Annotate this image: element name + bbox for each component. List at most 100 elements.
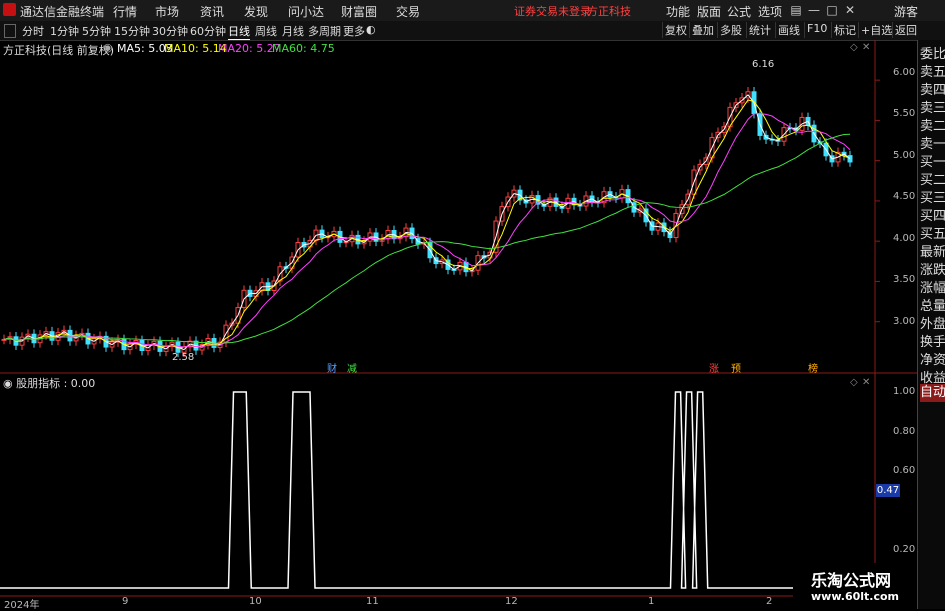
rp-auto[interactable]: 自动 xyxy=(920,384,945,402)
date-12: 12 xyxy=(505,596,518,607)
rp-change[interactable]: 涨跌 xyxy=(920,262,945,280)
rp-sell3[interactable]: 卖三 xyxy=(920,100,945,118)
rp-buy3[interactable]: 买三 xyxy=(920,190,945,208)
tab-60min[interactable]: 60分钟 xyxy=(190,23,226,39)
tab-1min[interactable]: 1分钟 xyxy=(50,23,79,39)
tab-rixian[interactable]: 日线 xyxy=(228,23,250,40)
f10-button[interactable]: F10 xyxy=(804,22,829,38)
minimize-icon[interactable]: — xyxy=(806,2,822,18)
menu-gongneng[interactable]: 功能 xyxy=(666,3,690,20)
broker-name: 方正科技 xyxy=(587,5,631,18)
kline-chart[interactable]: ◇ ✕ ◇ ✕ xyxy=(0,40,917,609)
add-watchlist-button[interactable]: +自选 xyxy=(858,22,894,38)
login-notice[interactable]: 证券交易未登录 xyxy=(514,3,591,19)
menu-jiaoyi[interactable]: 交易 xyxy=(396,3,420,20)
huaxian-button[interactable]: 画线 xyxy=(775,22,802,38)
rp-turnover[interactable]: 换手 xyxy=(920,334,945,352)
tab-5min[interactable]: 5分钟 xyxy=(82,23,111,39)
maximize-icon[interactable]: □ xyxy=(824,2,840,18)
rp-buy5[interactable]: 买五 xyxy=(920,226,945,244)
tab-15min[interactable]: 15分钟 xyxy=(114,23,150,39)
date-11: 11 xyxy=(366,596,379,607)
rp-buy2[interactable]: 买二 xyxy=(920,172,945,190)
event-zhang[interactable]: 涨 xyxy=(709,360,719,375)
menu-gongshi[interactable]: 公式 xyxy=(727,3,751,20)
ma5-line xyxy=(3,94,851,351)
price-tick-4.50: 4.50 xyxy=(893,191,916,202)
date-2: 2 xyxy=(766,596,773,607)
indicator-settings-icon[interactable]: ◉ xyxy=(3,377,13,390)
tab-30min[interactable]: 30分钟 xyxy=(152,23,188,39)
tab-zhouxian[interactable]: 周线 xyxy=(255,23,277,39)
tongji-button[interactable]: 统计 xyxy=(746,22,773,38)
tab-yuexian[interactable]: 月线 xyxy=(282,23,304,39)
diamond-icon-1[interactable]: ◇ xyxy=(850,42,858,53)
ma-lines xyxy=(3,94,851,351)
date-1: 1 xyxy=(648,596,655,607)
rp-netasset[interactable]: 净资 xyxy=(920,352,945,370)
event-jian[interactable]: 减 xyxy=(347,360,357,375)
close-pane-icon[interactable]: ✕ xyxy=(862,42,870,53)
indicator-series xyxy=(0,391,850,589)
low-annotation: 2.58 xyxy=(172,352,195,363)
price-tick-6.00: 6.00 xyxy=(893,67,916,78)
event-cai[interactable]: 财 xyxy=(327,360,337,375)
rp-sell5[interactable]: 卖五 xyxy=(920,64,945,82)
duogu-button[interactable]: 多股 xyxy=(717,22,744,38)
high-annotation: 6.16 xyxy=(752,59,775,70)
menu-shichang[interactable]: 市场 xyxy=(155,3,179,20)
diejia-button[interactable]: 叠加 xyxy=(689,22,716,38)
rp-sell4[interactable]: 卖四 xyxy=(920,82,945,100)
indicator-header: ◉ 股朋指标 : 0.00 xyxy=(3,375,95,391)
menu-zixun[interactable]: 资讯 xyxy=(200,3,224,20)
fuquan-button[interactable]: 复权 xyxy=(662,22,689,38)
watermark-line1: 乐淘公式网 xyxy=(811,571,892,590)
event-yu[interactable]: 预 xyxy=(731,360,741,375)
guest-label[interactable]: 游客 xyxy=(894,3,918,20)
rp-change-pct[interactable]: 涨幅 xyxy=(920,280,945,298)
rp-buy4[interactable]: 买四 xyxy=(920,208,945,226)
ma10-line xyxy=(3,99,851,349)
watermark-line2: www.60lt.com xyxy=(811,590,900,603)
menu-banmian[interactable]: 版面 xyxy=(697,3,721,20)
rp-buy1[interactable]: 买一 xyxy=(920,154,945,172)
date-9: 9 xyxy=(122,596,129,607)
rp-latest[interactable]: 最新 xyxy=(920,244,945,262)
indicator-name[interactable]: 股朋指标 xyxy=(16,377,60,390)
ma20-line xyxy=(3,112,851,348)
rp-sell1[interactable]: 卖一 xyxy=(920,136,945,154)
tab-gengduo[interactable]: 更多 xyxy=(343,23,365,39)
layout-icon[interactable]: ▤ xyxy=(788,2,804,18)
menu-hangqing[interactable]: 行情 xyxy=(113,3,137,20)
menu-faxian[interactable]: 发现 xyxy=(244,3,268,20)
back-button[interactable]: 返回 xyxy=(892,22,919,38)
menu-wenxiaoda[interactable]: 问小达 xyxy=(288,3,324,20)
ind-tick-0.60: 0.60 xyxy=(893,465,916,476)
indicator-value: : 0.00 xyxy=(63,377,96,390)
rp-weibi[interactable]: 委比 xyxy=(920,46,945,64)
date-10: 10 xyxy=(249,596,262,607)
biaoji-button[interactable]: 标记 xyxy=(831,22,858,38)
price-axis-ticks xyxy=(875,79,880,323)
tab-duozhouqi[interactable]: 多周期 xyxy=(308,23,341,39)
tab-fenshi[interactable]: 分时 xyxy=(22,23,44,39)
close-icon[interactable]: ✕ xyxy=(842,2,858,18)
more-chevron-icon[interactable]: ◐ xyxy=(366,23,376,36)
watermark: 乐淘公式网 www.60lt.com xyxy=(793,563,917,609)
indicator-line xyxy=(0,391,850,589)
ind-tick-1.00: 1.00 xyxy=(893,386,916,397)
menu-xuanxiang[interactable]: 选项 xyxy=(758,3,782,20)
ind-tick-0.20: 0.20 xyxy=(893,544,916,555)
diamond-icon-2[interactable]: ◇ xyxy=(850,377,858,388)
close-indicator-icon[interactable]: ✕ xyxy=(862,377,870,388)
app-logo-icon xyxy=(3,3,16,16)
rp-sell2[interactable]: 卖二 xyxy=(920,118,945,136)
event-bang[interactable]: 榜 xyxy=(808,360,818,375)
rp-volume[interactable]: 总量 xyxy=(920,298,945,316)
app-name: 通达信金融终端 xyxy=(20,5,105,19)
toolbar-toggle-icon[interactable] xyxy=(4,24,16,38)
price-tick-4.00: 4.00 xyxy=(893,233,916,244)
rp-outer[interactable]: 外盘 xyxy=(920,316,945,334)
menu-caifuquan[interactable]: 财富圈 xyxy=(341,3,377,20)
price-tick-3.00: 3.00 xyxy=(893,316,916,327)
